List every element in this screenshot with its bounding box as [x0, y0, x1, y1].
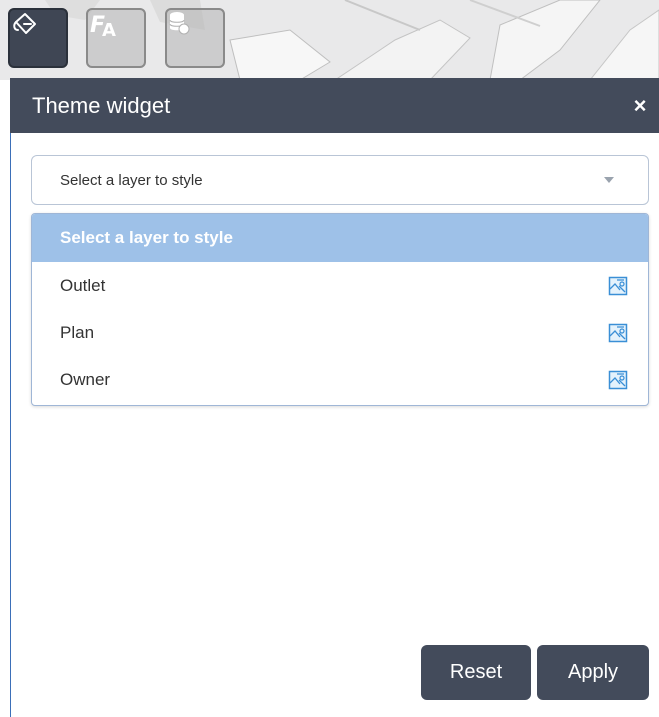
layer-option-label: Outlet: [60, 275, 106, 295]
layer-option-plan[interactable]: Plan: [32, 309, 648, 356]
style-tool-button[interactable]: [8, 8, 68, 68]
font-tool-button[interactable]: F A: [86, 8, 146, 68]
layer-select[interactable]: Select a layer to style: [31, 155, 649, 205]
paint-bucket-icon: [13, 13, 36, 34]
svg-text:A: A: [102, 20, 116, 40]
layer-select-value: Select a layer to style: [60, 171, 203, 189]
widget-header: Theme widget ×: [10, 78, 659, 133]
layer-option-label: Owner: [60, 369, 111, 389]
style-layer-icon: [608, 276, 628, 295]
layer-option-outlet[interactable]: Outlet: [32, 262, 648, 309]
database-icon: [169, 12, 190, 35]
font-style-icon: F A: [90, 13, 116, 40]
widget-body: Select a layer to style Select a layer t…: [10, 133, 659, 717]
style-layer-icon: [608, 323, 628, 342]
theme-widget-app: F A Theme widget × Select a layer to sty…: [0, 0, 659, 717]
apply-button[interactable]: Apply: [537, 645, 649, 700]
style-layer-icon: [608, 370, 628, 389]
layer-dropdown-list: Select a layer to style Outlet Plan Owne…: [31, 213, 649, 406]
layer-option-owner[interactable]: Owner: [32, 356, 648, 403]
chevron-down-icon: [604, 177, 614, 183]
widget-title: Theme widget: [32, 92, 171, 118]
reset-button[interactable]: Reset: [421, 645, 531, 700]
close-icon[interactable]: ×: [625, 93, 655, 119]
layer-option-label: Plan: [60, 322, 95, 342]
map-background: F A: [0, 0, 659, 80]
dropdown-placeholder-option[interactable]: Select a layer to style: [32, 214, 648, 262]
data-tool-button[interactable]: [165, 8, 225, 68]
